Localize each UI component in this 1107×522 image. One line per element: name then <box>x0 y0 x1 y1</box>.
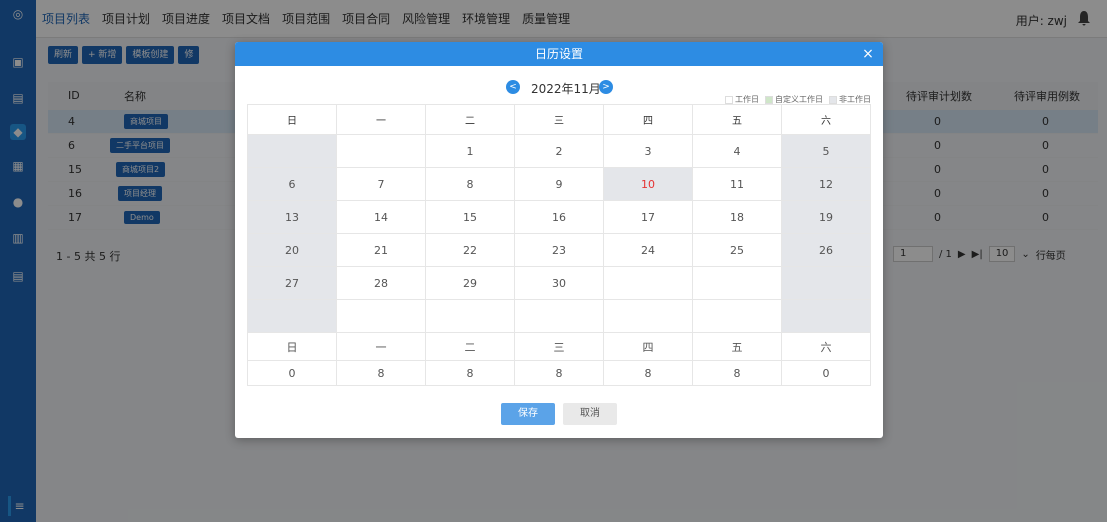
dialog-title: 日历设置 <box>534 47 583 61</box>
calendar-week: 27 28 29 30 <box>248 267 871 300</box>
day-cell[interactable]: 27 <box>248 267 337 300</box>
day-cell[interactable] <box>782 267 871 300</box>
day-cell[interactable]: 17 <box>604 201 693 234</box>
weekday-header: 日 <box>248 105 337 135</box>
day-cell[interactable]: 6 <box>248 168 337 201</box>
summary-weekday: 二 <box>426 333 515 361</box>
day-cell[interactable] <box>693 300 782 333</box>
save-button[interactable]: 保存 <box>501 403 555 425</box>
day-cell[interactable]: 20 <box>248 234 337 267</box>
day-cell[interactable]: 30 <box>515 267 604 300</box>
summary-weekday: 五 <box>693 333 782 361</box>
day-cell[interactable]: 3 <box>604 135 693 168</box>
day-cell[interactable]: 4 <box>693 135 782 168</box>
calendar-week <box>248 300 871 333</box>
day-cell[interactable]: 11 <box>693 168 782 201</box>
summary-hours-row: 0 8 8 8 8 8 0 <box>248 361 871 386</box>
weekday-header-row: 日 一 二 三 四 五 六 <box>248 105 871 135</box>
month-label: 2022年11月 <box>531 82 601 96</box>
dialog-footer: 保存 取消 <box>235 403 883 425</box>
calendar-settings-dialog: 日历设置 × < 2022年11月 > 工作日 自定义工作日 非工作日 日 一 … <box>235 42 883 438</box>
weekday-header: 五 <box>693 105 782 135</box>
close-icon[interactable]: × <box>861 42 875 66</box>
prev-month-icon[interactable]: < <box>506 80 520 94</box>
day-cell[interactable] <box>604 267 693 300</box>
day-cell[interactable]: 7 <box>337 168 426 201</box>
summary-weekday: 一 <box>337 333 426 361</box>
calendar-grid: 日 一 二 三 四 五 六 1 2 3 4 5 6 7 8 9 10 11 12… <box>247 104 871 386</box>
day-cell[interactable]: 12 <box>782 168 871 201</box>
summary-weekday: 六 <box>782 333 871 361</box>
weekday-header: 三 <box>515 105 604 135</box>
calendar-week: 1 2 3 4 5 <box>248 135 871 168</box>
day-cell[interactable] <box>337 135 426 168</box>
custom-workday-swatch <box>765 95 773 104</box>
day-cell[interactable] <box>248 300 337 333</box>
day-cell[interactable]: 19 <box>782 201 871 234</box>
calendar-week: 20 21 22 23 24 25 26 <box>248 234 871 267</box>
day-cell[interactable]: 26 <box>782 234 871 267</box>
weekday-header: 四 <box>604 105 693 135</box>
day-cell[interactable]: 18 <box>693 201 782 234</box>
day-cell[interactable]: 14 <box>337 201 426 234</box>
day-cell[interactable] <box>604 300 693 333</box>
work-hours-value[interactable]: 0 <box>248 361 337 386</box>
day-cell[interactable]: 5 <box>782 135 871 168</box>
day-cell[interactable] <box>248 135 337 168</box>
day-cell[interactable]: 24 <box>604 234 693 267</box>
today-cell[interactable]: 10 <box>604 168 693 201</box>
work-hours-value[interactable]: 0 <box>782 361 871 386</box>
day-cell[interactable]: 21 <box>337 234 426 267</box>
day-cell[interactable]: 8 <box>426 168 515 201</box>
cancel-button[interactable]: 取消 <box>563 403 617 425</box>
work-hours-value[interactable]: 8 <box>337 361 426 386</box>
day-cell[interactable] <box>426 300 515 333</box>
next-month-icon[interactable]: > <box>599 80 613 94</box>
dialog-header: 日历设置 × <box>235 42 883 66</box>
non-workday-swatch <box>829 95 837 104</box>
summary-weekday: 日 <box>248 333 337 361</box>
summary-weekday: 三 <box>515 333 604 361</box>
day-cell[interactable]: 16 <box>515 201 604 234</box>
work-hours-value[interactable]: 8 <box>604 361 693 386</box>
calendar-week: 13 14 15 16 17 18 19 <box>248 201 871 234</box>
day-cell[interactable]: 15 <box>426 201 515 234</box>
day-cell[interactable] <box>693 267 782 300</box>
day-cell[interactable]: 25 <box>693 234 782 267</box>
day-cell[interactable]: 1 <box>426 135 515 168</box>
work-hours-value[interactable]: 8 <box>426 361 515 386</box>
weekday-header: 六 <box>782 105 871 135</box>
day-cell[interactable]: 2 <box>515 135 604 168</box>
day-cell[interactable] <box>515 300 604 333</box>
day-cell[interactable]: 23 <box>515 234 604 267</box>
day-cell[interactable]: 29 <box>426 267 515 300</box>
work-hours-value[interactable]: 8 <box>693 361 782 386</box>
day-cell[interactable]: 9 <box>515 168 604 201</box>
summary-weekday: 四 <box>604 333 693 361</box>
work-hours-value[interactable]: 8 <box>515 361 604 386</box>
calendar-week: 6 7 8 9 10 11 12 <box>248 168 871 201</box>
summary-header-row: 日 一 二 三 四 五 六 <box>248 333 871 361</box>
workday-swatch <box>725 95 733 104</box>
weekday-header: 一 <box>337 105 426 135</box>
day-cell[interactable] <box>782 300 871 333</box>
day-cell[interactable]: 22 <box>426 234 515 267</box>
weekday-header: 二 <box>426 105 515 135</box>
day-cell[interactable] <box>337 300 426 333</box>
day-cell[interactable]: 13 <box>248 201 337 234</box>
day-cell[interactable]: 28 <box>337 267 426 300</box>
